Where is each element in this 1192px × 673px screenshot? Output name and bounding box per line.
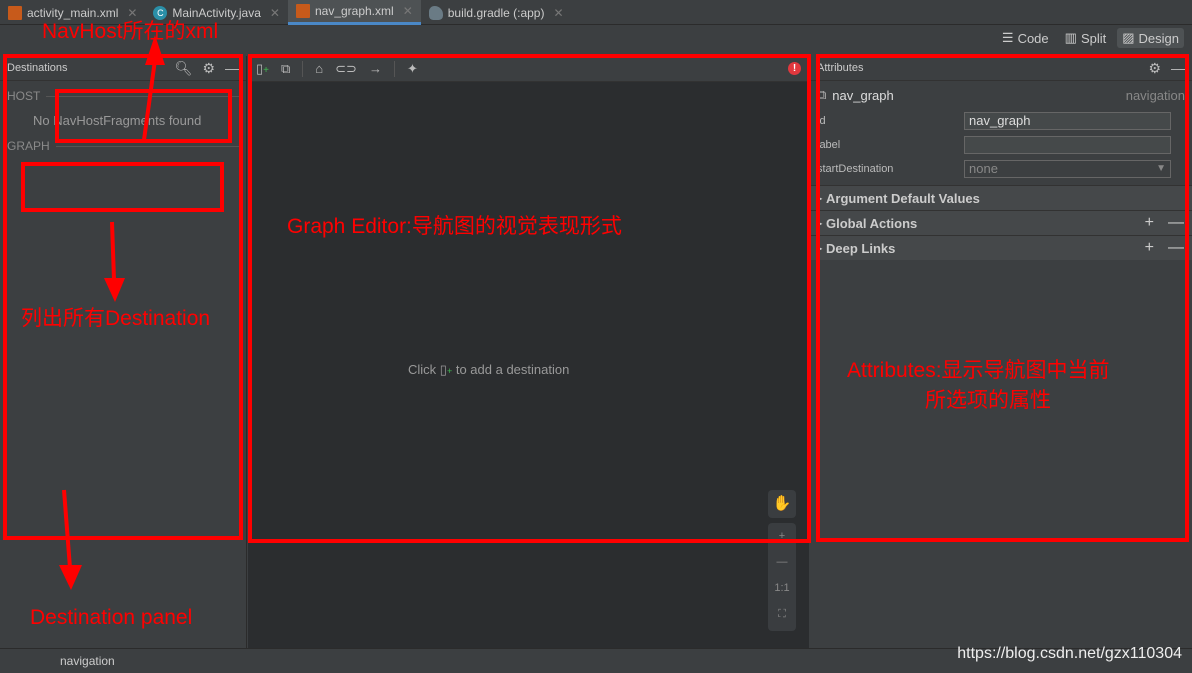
annotation-panel: Destination panel — [30, 606, 193, 629]
annotation-list: 列出所有Destination — [21, 307, 211, 330]
annotation-attributes-2: 所选项的属性 — [925, 389, 1051, 412]
annotation-navhost: NavHost所在的xml — [42, 20, 219, 43]
annotation-attributes-1: Attributes:显示导航图中当前 — [847, 359, 1110, 382]
annotation-graph-editor: Graph Editor:导航图的视觉表现形式 — [287, 215, 622, 238]
annotation-arrows — [59, 35, 165, 590]
watermark: https://blog.csdn.net/gzx110304 — [957, 645, 1182, 662]
